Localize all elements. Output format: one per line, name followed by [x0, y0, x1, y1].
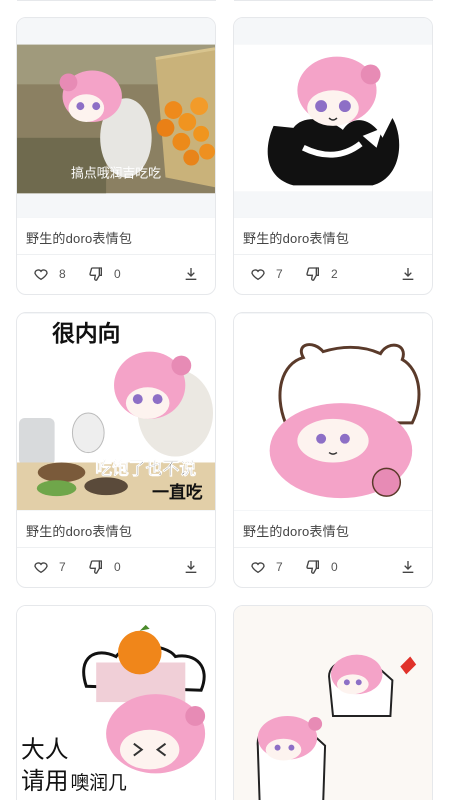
- previous-card-edge: [234, 0, 433, 1]
- thumbs-down-icon: [306, 560, 319, 574]
- image-caption-1: 大人: [21, 736, 69, 764]
- like-button[interactable]: 8: [33, 255, 66, 293]
- doro-orange-offer-image: 大人 请用 噢润几: [17, 607, 215, 800]
- image-caption-top: 很内向: [52, 321, 120, 348]
- like-count: 7: [59, 560, 66, 574]
- card-title: 野生的doro表情包: [26, 231, 133, 246]
- thumbs-down-icon: [89, 267, 102, 281]
- meme-card[interactable]: 野生的doro表情包 7 0: [233, 312, 433, 588]
- like-count: 7: [276, 267, 283, 281]
- doro-black-creature-image: [234, 19, 432, 217]
- meme-grid: 搞点哦润吉吃吃 野生的doro表情包 8 0 野生的doro表情包 7 2 很内…: [0, 0, 450, 800]
- download-icon[interactable]: [183, 266, 199, 282]
- meme-thumbnail[interactable]: 搞点哦润吉吃吃: [17, 18, 215, 218]
- thumbs-down-icon: [89, 560, 102, 574]
- dislike-button[interactable]: 0: [305, 548, 338, 586]
- dislike-button[interactable]: 2: [305, 255, 338, 293]
- heart-icon: [251, 269, 265, 281]
- thumbs-down-icon: [306, 267, 319, 281]
- dislike-count: 0: [114, 267, 121, 281]
- dislike-button[interactable]: 0: [88, 255, 121, 293]
- doro-eating-image: 很内向 吃饱了也不说 一直吃: [17, 313, 215, 511]
- meme-thumbnail[interactable]: [234, 606, 432, 800]
- meme-thumbnail[interactable]: 大人 请用 噢润几: [17, 606, 215, 800]
- like-count: 7: [276, 560, 283, 574]
- meme-card[interactable]: [233, 605, 433, 800]
- image-caption-bottom-1: 吃饱了也不说: [95, 458, 196, 478]
- previous-card-edge: [17, 0, 216, 1]
- image-caption-2: 请用: [21, 767, 69, 795]
- meme-card[interactable]: 野生的doro表情包 7 2: [233, 17, 433, 295]
- download-icon[interactable]: [400, 266, 416, 282]
- like-count: 8: [59, 267, 66, 281]
- dislike-count: 2: [331, 267, 338, 281]
- heart-icon: [251, 562, 265, 574]
- card-title: 野生的doro表情包: [243, 524, 350, 539]
- dislike-button[interactable]: 0: [88, 548, 121, 586]
- card-title: 野生的doro表情包: [26, 524, 133, 539]
- meme-card[interactable]: 大人 请用 噢润几: [16, 605, 216, 800]
- card-actions: 7 2: [234, 255, 432, 293]
- download-icon[interactable]: [400, 559, 416, 575]
- image-caption-3: 噢润几: [70, 772, 127, 794]
- card-actions: 7 0: [17, 548, 215, 586]
- meme-card[interactable]: 很内向 吃饱了也不说 一直吃 野生的doro表情包 7 0: [16, 312, 216, 588]
- heart-icon: [34, 269, 48, 281]
- like-button[interactable]: 7: [250, 548, 283, 586]
- doro-orange-basket-image: 搞点哦润吉吃吃: [17, 19, 215, 217]
- image-caption-bottom-2: 一直吃: [152, 482, 203, 502]
- card-actions: 8 0: [17, 255, 215, 293]
- meme-thumbnail[interactable]: [234, 18, 432, 218]
- doro-ghost-pair-image: [234, 607, 432, 800]
- meme-card[interactable]: 搞点哦润吉吃吃 野生的doro表情包 8 0: [16, 17, 216, 295]
- dislike-count: 0: [114, 560, 121, 574]
- meme-thumbnail[interactable]: 很内向 吃饱了也不说 一直吃: [17, 313, 215, 511]
- card-actions: 7 0: [234, 548, 432, 586]
- doro-bear-costume-image: [234, 313, 432, 511]
- image-caption: 搞点哦润吉吃吃: [71, 165, 161, 181]
- download-icon[interactable]: [183, 559, 199, 575]
- heart-icon: [34, 562, 48, 574]
- dislike-count: 0: [331, 560, 338, 574]
- like-button[interactable]: 7: [250, 255, 283, 293]
- meme-thumbnail[interactable]: [234, 313, 432, 511]
- card-title: 野生的doro表情包: [243, 231, 350, 246]
- like-button[interactable]: 7: [33, 548, 66, 586]
